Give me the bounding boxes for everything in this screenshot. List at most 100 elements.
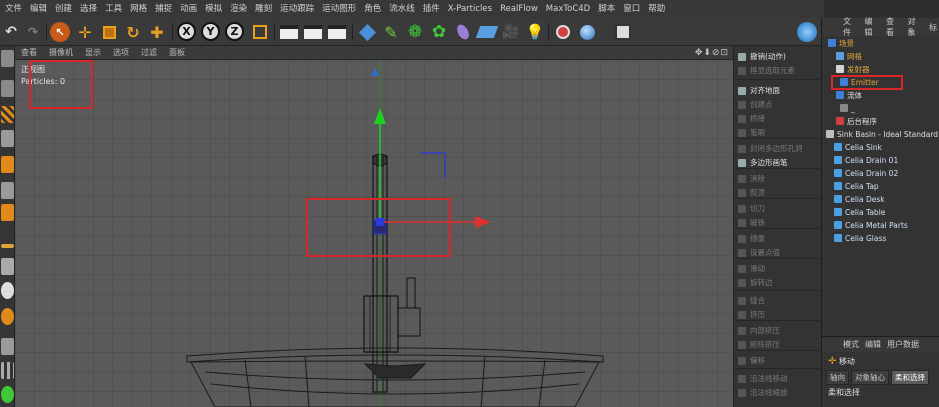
menu-item[interactable]: MaxToC4D bbox=[542, 0, 594, 18]
magnet-icon[interactable] bbox=[1, 308, 14, 325]
menu-item[interactable]: X-Particles bbox=[444, 0, 496, 18]
object-menu-item[interactable]: 查看 bbox=[883, 16, 905, 38]
sky-icon[interactable] bbox=[576, 21, 598, 43]
axis-mode-icon[interactable] bbox=[1, 244, 14, 248]
menu-item[interactable]: 窗口 bbox=[619, 0, 644, 18]
tree-item[interactable]: _ bbox=[840, 103, 855, 115]
z-axis-lock-icon[interactable]: Z bbox=[225, 22, 244, 41]
command-button[interactable]: 创建点 bbox=[736, 98, 820, 112]
menu-item[interactable]: 运动跟踪 bbox=[276, 0, 318, 18]
command-button[interactable]: 内部挤压 bbox=[736, 324, 820, 338]
command-button[interactable]: 矩阵挤压 bbox=[736, 338, 820, 352]
lock-workplane-icon[interactable] bbox=[1, 362, 14, 379]
menu-item[interactable]: 网格 bbox=[126, 0, 151, 18]
command-button[interactable]: 桥接 bbox=[736, 112, 820, 126]
points-mode-icon[interactable] bbox=[1, 156, 14, 173]
attribute-tab[interactable]: 对象轴心 bbox=[851, 370, 889, 385]
menu-item[interactable]: RealFlow bbox=[496, 0, 542, 18]
tree-item[interactable]: 流体 bbox=[836, 90, 862, 102]
menu-item[interactable]: 模拟 bbox=[201, 0, 226, 18]
command-button[interactable]: 沿法线移动 bbox=[736, 372, 820, 386]
menu-item[interactable]: 文件 bbox=[1, 0, 26, 18]
viewport-menu-item[interactable]: 显示 bbox=[79, 46, 107, 60]
command-button[interactable]: 旋转边 bbox=[736, 276, 820, 290]
menu-item[interactable]: 渲染 bbox=[226, 0, 251, 18]
camera-icon[interactable]: 🎥 bbox=[500, 21, 522, 43]
edges-mode-icon[interactable] bbox=[1, 182, 14, 199]
tree-item[interactable]: Celia Table bbox=[834, 207, 885, 219]
scale-tool-icon[interactable] bbox=[98, 21, 120, 43]
command-button[interactable]: 笔刷 bbox=[736, 126, 820, 140]
menu-item[interactable]: 脚本 bbox=[594, 0, 619, 18]
menu-item[interactable]: 创建 bbox=[51, 0, 76, 18]
x-axis-lock-icon[interactable]: X bbox=[177, 22, 196, 41]
command-button[interactable]: 对齐地面 bbox=[736, 84, 820, 98]
tree-item[interactable]: 网格 bbox=[836, 51, 862, 63]
make-editable-icon[interactable] bbox=[1, 50, 14, 67]
tree-item[interactable]: Celia Metal Parts bbox=[834, 220, 908, 232]
command-button[interactable]: 封闭多边形孔洞 bbox=[736, 142, 820, 156]
attribute-menu-item[interactable]: 模式 bbox=[840, 339, 862, 350]
viewport-navigation-icons[interactable]: ✥⬇⊘⊡ bbox=[695, 46, 729, 60]
command-button[interactable]: 框显选取元素 bbox=[736, 64, 820, 78]
object-menu-item[interactable]: 文件 bbox=[840, 16, 862, 38]
attribute-menu-item[interactable]: 用户数据 bbox=[884, 339, 922, 350]
menu-item[interactable]: 运动图形 bbox=[318, 0, 360, 18]
attribute-tab[interactable]: 柔和选择 bbox=[891, 370, 929, 385]
menu-item[interactable]: 流水线 bbox=[385, 0, 419, 18]
command-button[interactable]: 沿法线缩放 bbox=[736, 386, 820, 400]
viewport-front[interactable]: 正视图 Particles: 0 bbox=[15, 60, 733, 407]
command-button[interactable]: 偏移 bbox=[736, 354, 820, 368]
menu-item[interactable]: 雕刻 bbox=[251, 0, 276, 18]
floor-icon[interactable] bbox=[475, 21, 499, 43]
command-button[interactable]: 设置点值 bbox=[736, 246, 820, 260]
menu-item[interactable]: 动画 bbox=[176, 0, 201, 18]
object-menu-item[interactable]: 编辑 bbox=[862, 16, 884, 38]
tree-item[interactable]: Celia Glass bbox=[834, 233, 886, 245]
menu-item[interactable]: 帮助 bbox=[644, 0, 669, 18]
command-button[interactable]: 滑动 bbox=[736, 262, 820, 276]
render-settings-icon[interactable] bbox=[326, 21, 348, 43]
texture-mode-icon[interactable] bbox=[1, 106, 14, 123]
attribute-tab[interactable]: 轴向 bbox=[826, 370, 849, 385]
command-button[interactable]: 撤销(动作) bbox=[736, 50, 820, 64]
menu-item[interactable]: 捕捉 bbox=[151, 0, 176, 18]
solo-icon[interactable] bbox=[1, 386, 14, 403]
tree-item[interactable]: 场景 bbox=[828, 38, 854, 50]
tree-item[interactable]: Celia Sink bbox=[834, 142, 882, 154]
viewport-menu-item[interactable]: 过滤 bbox=[135, 46, 163, 60]
viewport-menu-item[interactable]: 查看 bbox=[15, 46, 43, 60]
light-icon[interactable]: 💡 bbox=[524, 21, 546, 43]
command-button[interactable]: 切刀 bbox=[736, 202, 820, 216]
command-button[interactable]: 多边形画笔 bbox=[736, 156, 820, 170]
snapping-icon[interactable] bbox=[1, 282, 14, 299]
grid-icon[interactable] bbox=[1, 338, 14, 355]
command-button[interactable]: 挤压 bbox=[736, 308, 820, 322]
tree-item[interactable]: Sink Basin - Ideal Standard bbox=[826, 129, 938, 141]
object-menu-item[interactable]: 对象 bbox=[905, 16, 927, 38]
command-button[interactable]: 缝合 bbox=[736, 294, 820, 308]
menu-item[interactable]: 工具 bbox=[101, 0, 126, 18]
menu-item[interactable]: 编辑 bbox=[26, 0, 51, 18]
spline-pen-icon[interactable]: ✎ bbox=[380, 21, 402, 43]
menu-item[interactable]: 选择 bbox=[76, 0, 101, 18]
cloner-icon[interactable]: ✿ bbox=[428, 21, 450, 43]
workplane-icon[interactable] bbox=[1, 130, 14, 147]
menu-item[interactable]: 插件 bbox=[419, 0, 444, 18]
coordinate-system-icon[interactable] bbox=[249, 21, 271, 43]
tweak-mode-icon[interactable] bbox=[1, 258, 14, 275]
tree-item[interactable]: Celia Tap bbox=[834, 181, 879, 193]
command-button[interactable]: 消除 bbox=[736, 172, 820, 186]
redo-icon[interactable]: ↷ bbox=[22, 21, 44, 43]
scene-object-icon[interactable] bbox=[552, 21, 574, 43]
python-icon[interactable] bbox=[612, 21, 634, 43]
select-tool-icon[interactable]: ↖ bbox=[50, 22, 70, 42]
command-button[interactable]: 磁铁 bbox=[736, 216, 820, 230]
viewport-menu-item[interactable]: 选项 bbox=[107, 46, 135, 60]
menu-item[interactable]: 角色 bbox=[360, 0, 385, 18]
undo-icon[interactable]: ↶ bbox=[0, 21, 22, 43]
command-button[interactable]: 镜像 bbox=[736, 232, 820, 246]
tree-item[interactable]: Celia Drain 02 bbox=[834, 168, 898, 180]
subdivision-surface-icon[interactable]: ❁ bbox=[404, 21, 426, 43]
viewport-menu-item[interactable]: 摄像机 bbox=[43, 46, 79, 60]
